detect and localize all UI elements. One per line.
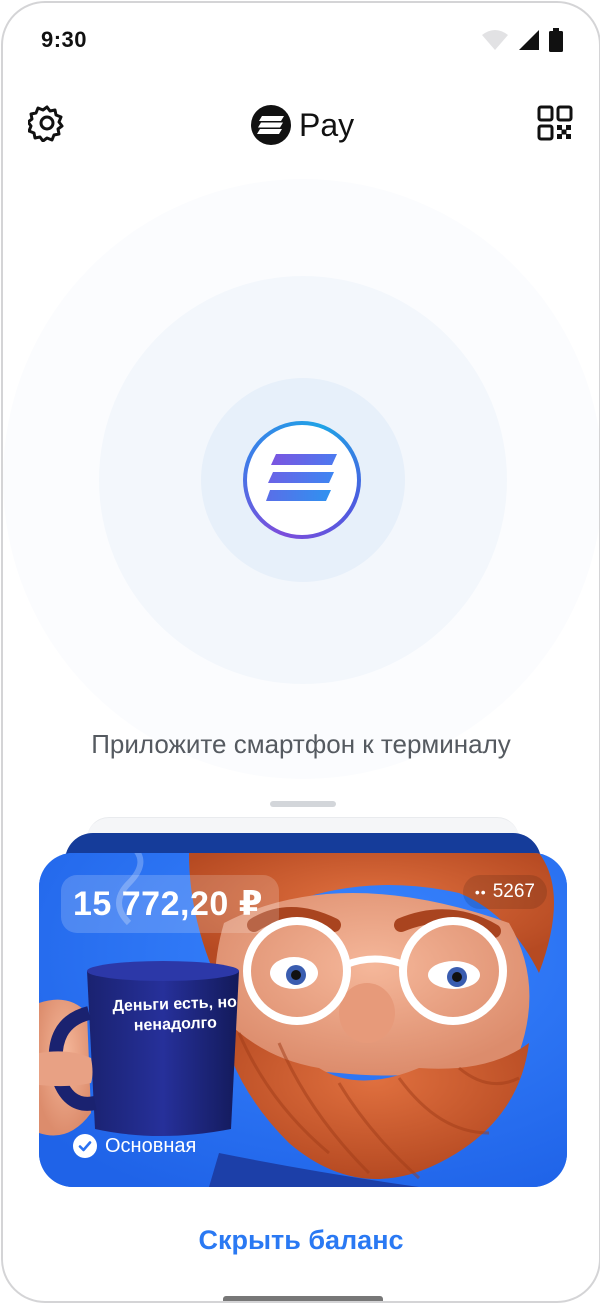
card-number-mask: •• — [474, 884, 487, 900]
status-bar: 9:30 — [3, 3, 599, 83]
brand-name: Pay — [299, 106, 355, 143]
cellular-signal-icon — [517, 29, 541, 56]
nfc-hint-text: Приложите смартфон к терминалу — [91, 729, 511, 759]
hide-balance-button[interactable]: Скрыть баланс — [3, 1225, 599, 1256]
balance-pill: 15 772,20 ₽ — [61, 875, 279, 933]
card-last4: 5267 — [492, 881, 535, 902]
battery-icon — [549, 27, 563, 57]
qr-code-icon — [537, 105, 573, 146]
main-card-label: Основная — [105, 1134, 197, 1157]
gear-icon — [26, 104, 66, 147]
check-icon — [73, 1134, 97, 1158]
home-indicator — [223, 1296, 383, 1301]
status-time: 9:30 — [41, 27, 88, 52]
brand-logo-icon — [251, 105, 291, 145]
brand: Pay — [251, 103, 354, 147]
qr-scan-button[interactable] — [535, 105, 575, 145]
sheet-grabber[interactable] — [270, 801, 336, 807]
pay-logo-icon — [266, 453, 338, 508]
mug-slogan: Деньги есть, но ненадолго — [112, 993, 238, 1035]
settings-button[interactable] — [26, 104, 67, 147]
nfc-logo-button — [243, 421, 361, 539]
phone-screen: 9:30 Pay Приложите смартфон к терминалу … — [1, 1, 600, 1303]
app-header: Pay — [3, 99, 599, 151]
card-balance: 15 772,20 ₽ — [73, 885, 263, 923]
card-number-pill: •• 5267 — [462, 875, 547, 909]
nfc-logo-inner — [247, 425, 357, 535]
main-card-badge: Основная — [73, 1131, 196, 1161]
bank-card[interactable]: 15 772,20 ₽ •• 5267 Деньги есть, но нена… — [39, 853, 567, 1187]
wifi-icon — [481, 29, 509, 56]
status-icons — [481, 27, 563, 57]
